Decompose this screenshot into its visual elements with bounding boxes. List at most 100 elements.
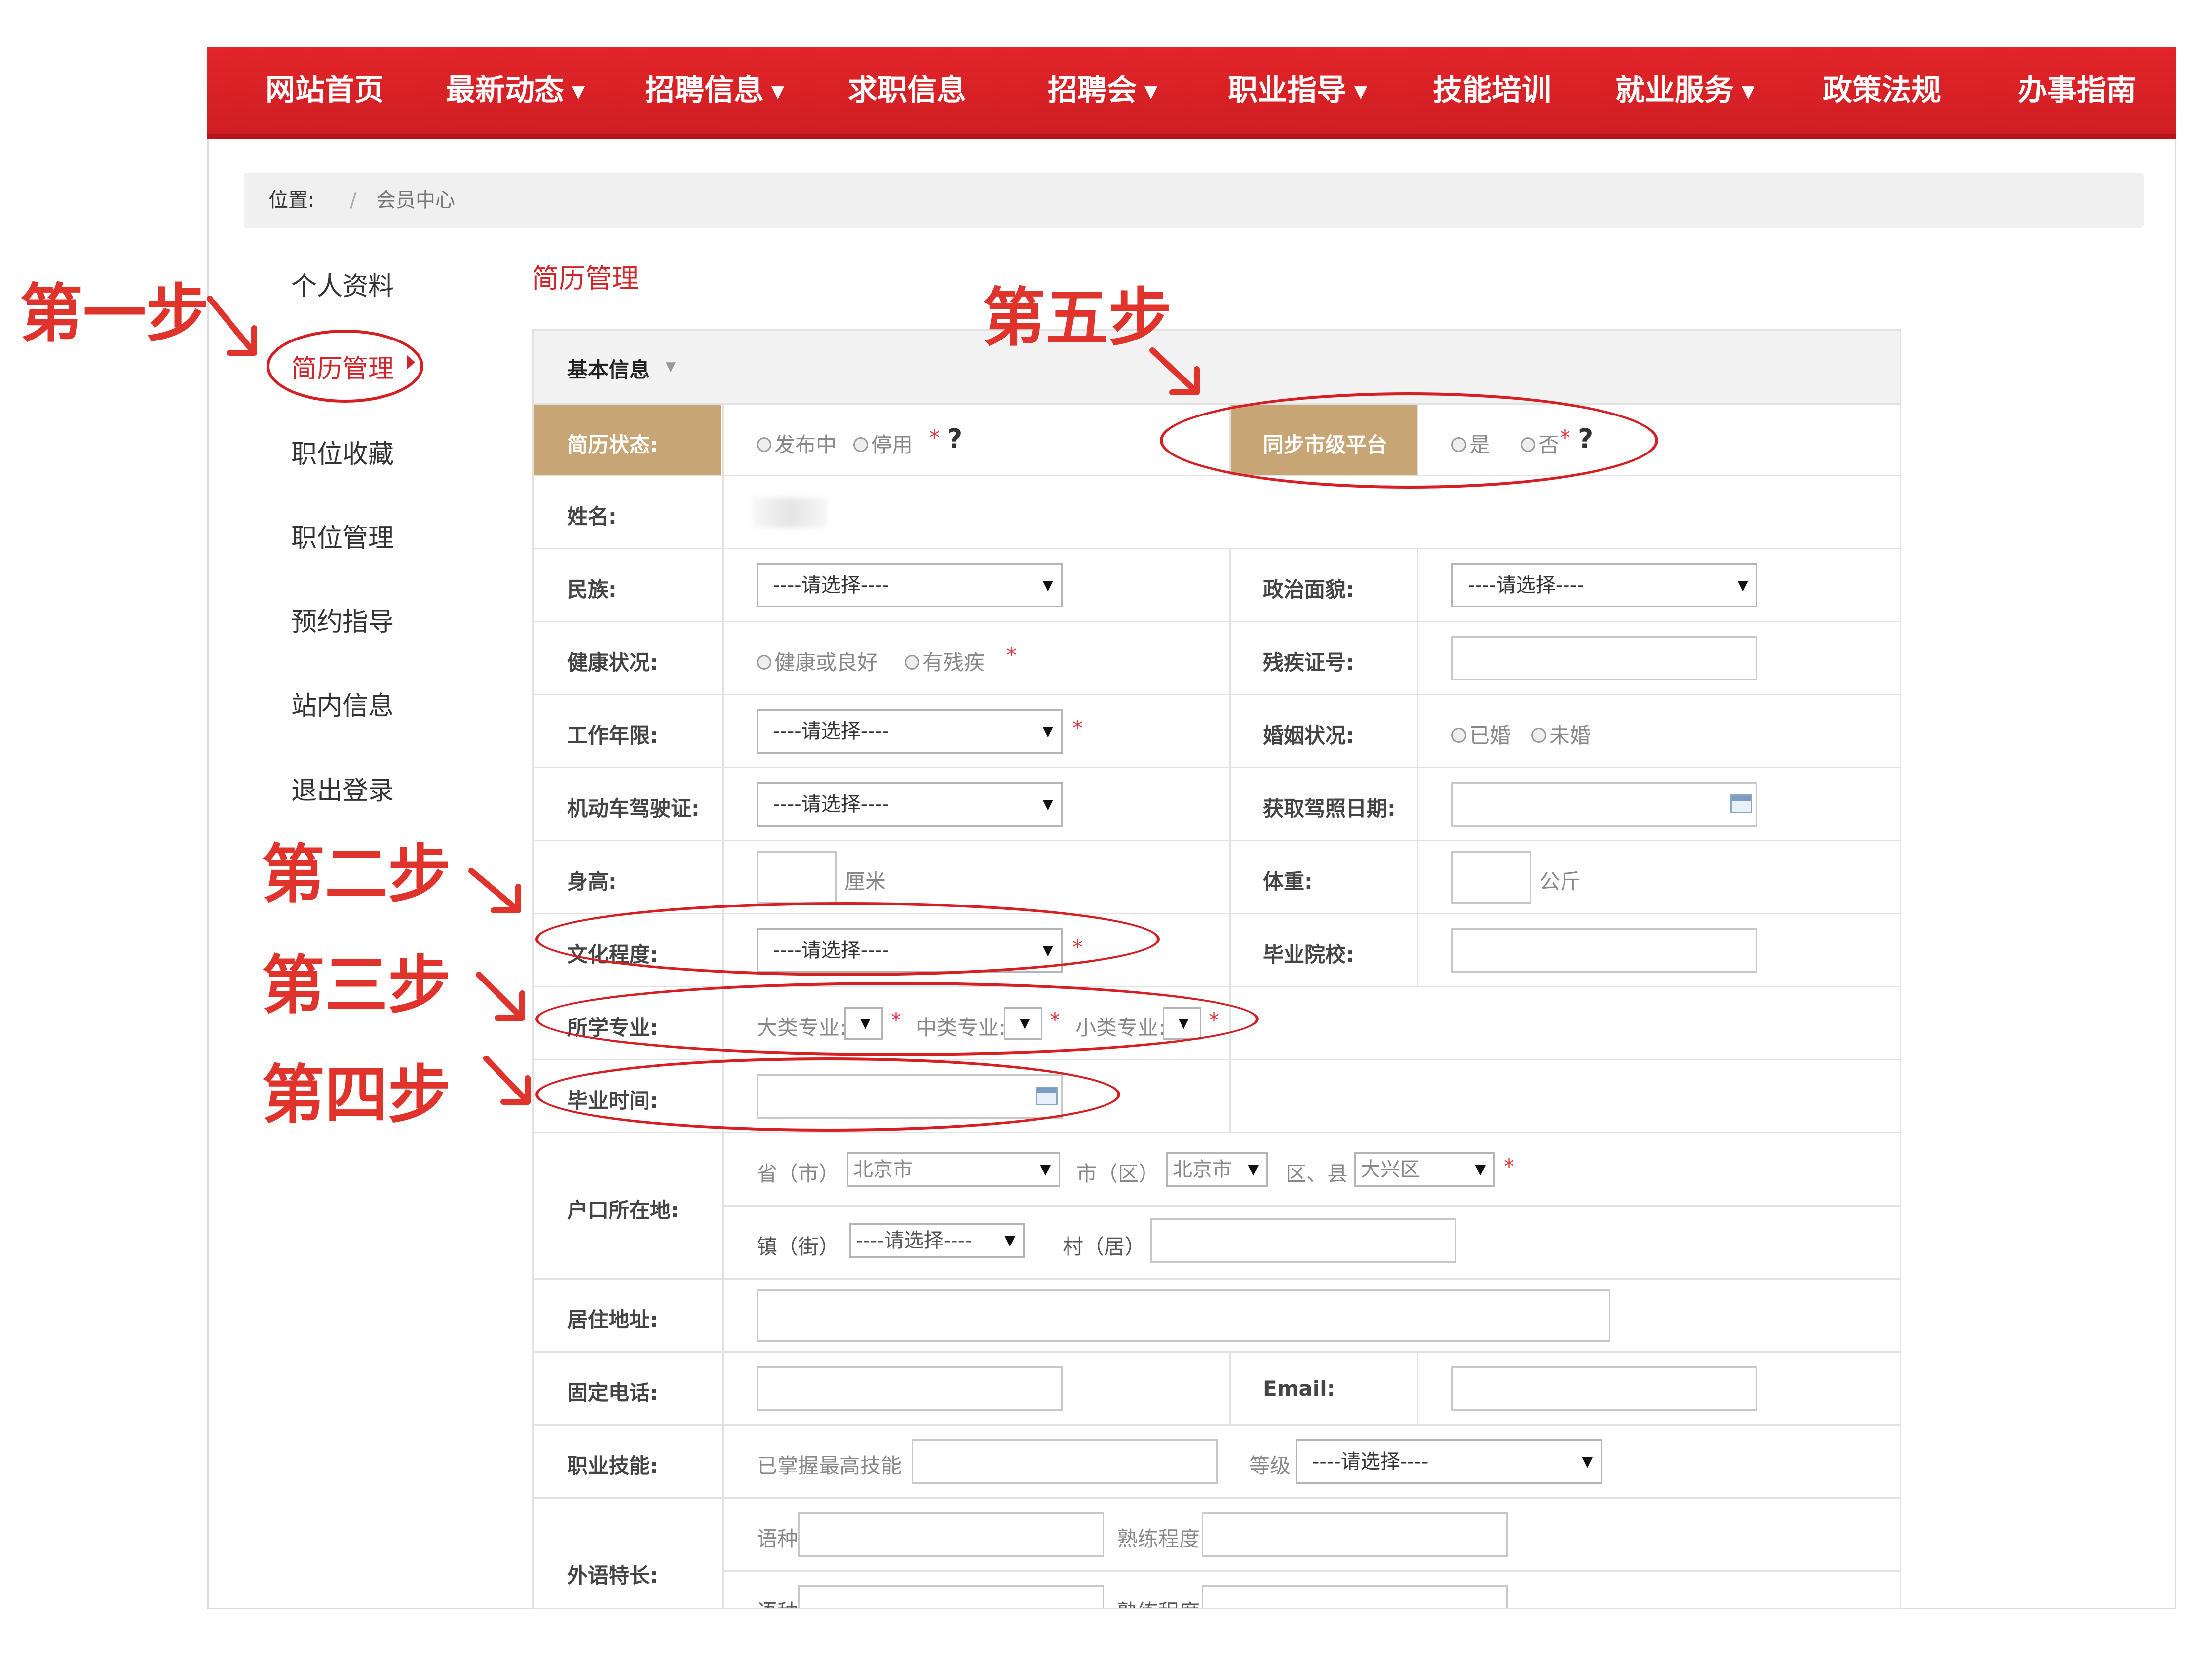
county-select[interactable]: 大兴区 ▼ — [1354, 1152, 1495, 1187]
nav-fair[interactable]: 招聘会 ▼ — [1048, 47, 1157, 134]
required-mark: * — [1072, 716, 1083, 740]
hukou-label: 户口所在地: — [567, 1198, 679, 1222]
resume-status-label: 简历状态: — [567, 433, 658, 457]
language-divider — [722, 1570, 1900, 1572]
col-divider — [1229, 548, 1231, 1132]
calendar-icon[interactable] — [1730, 794, 1752, 813]
blurred-name — [753, 498, 827, 528]
arrow-icon — [1149, 347, 1200, 395]
weight-label: 体重: — [1263, 869, 1313, 894]
email-input[interactable] — [1451, 1366, 1757, 1411]
sidebar-item-favorites[interactable]: 职位收藏 — [291, 433, 394, 470]
nav-policy[interactable]: 政策法规 — [1823, 47, 1941, 134]
height-input[interactable] — [757, 851, 837, 904]
radio-icon — [1451, 727, 1466, 743]
proficiency-input[interactable] — [1202, 1512, 1508, 1557]
name-label: 姓名: — [567, 504, 617, 528]
proficiency-label-2: 熟练程度 — [1117, 1595, 1200, 1608]
sidebar-item-jobs[interactable]: 职位管理 — [291, 517, 394, 554]
row-contact: 固定电话: Email: — [534, 1351, 1900, 1424]
row-ethnicity: 民族: ----请选择---- ▼ 政治面貌: ----请选择---- ▼ — [534, 548, 1900, 621]
radio-married[interactable]: 已婚 — [1451, 719, 1511, 749]
highlight-step2 — [535, 902, 1160, 976]
chevron-down-icon: ▼ — [771, 82, 785, 102]
radio-icon — [757, 654, 771, 670]
city-select[interactable]: 北京市 ▼ — [1166, 1152, 1268, 1187]
ethnicity-label: 民族: — [567, 577, 617, 602]
address-input[interactable] — [757, 1289, 1610, 1342]
radio-healthy[interactable]: 健康或良好 — [757, 646, 878, 676]
chevron-down-icon: ▼ — [1040, 1161, 1051, 1177]
chevron-down-icon: ▼ — [666, 359, 676, 374]
license-date-input[interactable] — [1451, 782, 1757, 827]
breadcrumb-separator: / — [350, 189, 357, 212]
nav-recruit[interactable]: 招聘信息 ▼ — [645, 47, 784, 134]
license-date-label: 获取驾照日期: — [1263, 796, 1396, 821]
chevron-down-icon: ▼ — [1475, 1161, 1486, 1177]
phone-input[interactable] — [757, 1366, 1063, 1411]
skill-mastered-label: 已掌握最高技能 — [757, 1454, 902, 1478]
skill-level-select[interactable]: ----请选择---- ▼ — [1296, 1439, 1602, 1484]
highlight-step5 — [1160, 392, 1658, 489]
radio-single[interactable]: 未婚 — [1531, 719, 1591, 749]
chevron-down-icon: ▼ — [1004, 1232, 1015, 1248]
annotation-step3: 第三步 — [262, 948, 452, 1022]
province-select[interactable]: 北京市 ▼ — [847, 1152, 1060, 1187]
nav-howto[interactable]: 办事指南 — [2018, 47, 2136, 134]
nav-home[interactable]: 网站首页 — [266, 47, 384, 134]
nav-jobseek[interactable]: 求职信息 — [848, 47, 966, 134]
radio-disabled[interactable]: 有残疾 — [905, 646, 985, 676]
radio-icon — [1531, 727, 1546, 743]
section-header[interactable]: 基本信息 ▼ — [534, 331, 1900, 403]
work-years-select[interactable]: ----请选择---- ▼ — [757, 709, 1063, 754]
sidebar-item-logout[interactable]: 退出登录 — [291, 770, 394, 807]
radio-publish[interactable]: 发布中 — [757, 428, 837, 458]
phone-label: 固定电话: — [567, 1381, 658, 1405]
arrow-icon — [483, 1056, 531, 1105]
school-input[interactable] — [1451, 928, 1757, 973]
language-kind-input[interactable] — [798, 1512, 1104, 1557]
proficiency-input-2[interactable] — [1202, 1585, 1508, 1608]
town-select[interactable]: ----请选择---- ▼ — [849, 1223, 1025, 1258]
row-work-years: 工作年限: ----请选择---- ▼ * 婚姻状况: 已婚 未婚 — [534, 694, 1900, 767]
height-label: 身高: — [567, 869, 617, 894]
radio-icon — [757, 437, 771, 452]
chevron-down-icon: ▼ — [1042, 723, 1053, 739]
email-label: Email: — [1263, 1376, 1335, 1400]
disability-label: 残疾证号: — [1263, 650, 1354, 675]
disability-input[interactable] — [1451, 636, 1757, 680]
weight-input[interactable] — [1451, 851, 1531, 904]
language-label: 外语特长: — [567, 1563, 658, 1587]
breadcrumb-current[interactable]: 会员中心 — [376, 173, 455, 228]
chevron-down-icon: ▼ — [1737, 577, 1748, 593]
row-skill: 职业技能: 已掌握最高技能 等级 ----请选择---- ▼ — [534, 1424, 1900, 1497]
ethnicity-select[interactable]: ----请选择---- ▼ — [757, 563, 1063, 607]
license-select[interactable]: ----请选择---- ▼ — [757, 782, 1063, 827]
help-icon[interactable]: ? — [947, 423, 962, 454]
sidebar-item-profile[interactable]: 个人资料 — [291, 265, 394, 302]
breadcrumb-label: 位置: — [268, 189, 315, 212]
village-input[interactable] — [1150, 1218, 1456, 1263]
language-kind-input-2[interactable] — [798, 1585, 1104, 1608]
sidebar-item-appointment[interactable]: 预约指导 — [291, 601, 394, 638]
chevron-down-icon: ▼ — [1582, 1453, 1593, 1470]
weight-unit: 公斤 — [1539, 869, 1581, 894]
health-label: 健康状况: — [567, 650, 658, 675]
nav-news[interactable]: 最新动态 ▼ — [446, 47, 585, 134]
nav-guidance[interactable]: 职业指导 ▼ — [1228, 47, 1367, 134]
nav-training[interactable]: 技能培训 — [1433, 47, 1551, 134]
work-years-label: 工作年限: — [567, 723, 658, 748]
height-unit: 厘米 — [844, 869, 886, 894]
chevron-down-icon: ▼ — [1354, 82, 1368, 102]
county-label: 区、县 — [1286, 1162, 1348, 1186]
skill-input[interactable] — [912, 1439, 1218, 1484]
highlight-step4 — [535, 1057, 1120, 1132]
page-title: 简历管理 — [532, 263, 639, 294]
nav-employment[interactable]: 就业服务 ▼ — [1615, 47, 1754, 134]
radio-stop[interactable]: 停用 — [853, 428, 913, 458]
school-label: 毕业院校: — [1263, 943, 1354, 967]
village-label: 村（居） — [1063, 1235, 1146, 1259]
political-select[interactable]: ----请选择---- ▼ — [1451, 563, 1757, 607]
row-name: 姓名: — [534, 475, 1900, 548]
sidebar-item-messages[interactable]: 站内信息 — [291, 685, 394, 722]
